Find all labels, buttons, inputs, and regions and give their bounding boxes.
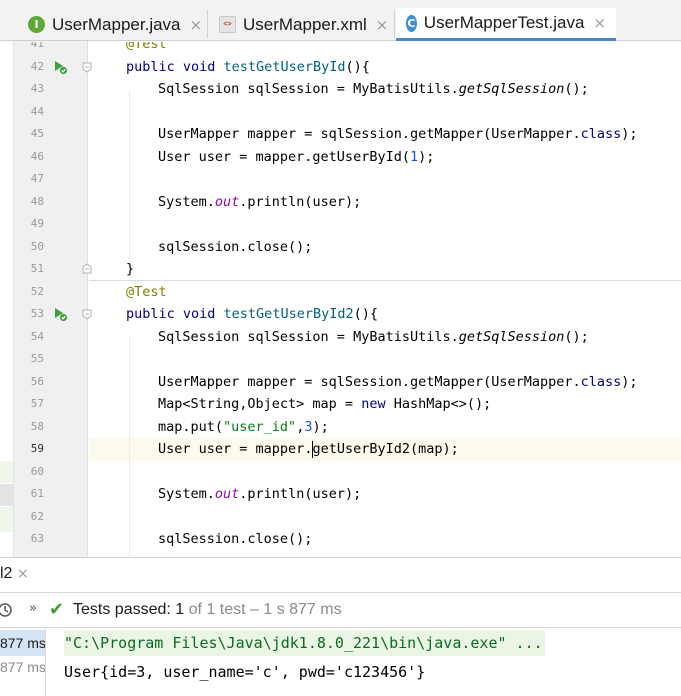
line-number: 52 bbox=[30, 284, 44, 298]
line-number: 59 bbox=[30, 442, 44, 455]
line-number: 61 bbox=[30, 487, 44, 500]
code-line-59[interactable]: User user = mapper.getUserById2(map); bbox=[158, 438, 459, 461]
code-line-50[interactable]: sqlSession.close(); bbox=[158, 236, 312, 259]
text-caret bbox=[311, 440, 313, 458]
tab-label: UserMapperTest.java bbox=[423, 13, 585, 32]
tab-divider bbox=[394, 10, 395, 38]
line-number: 47 bbox=[30, 172, 44, 185]
console-output[interactable]: "C:\Program Files\Java\jdk1.8.0_221\bin\… bbox=[47, 628, 681, 696]
run-test-icon[interactable] bbox=[52, 306, 68, 322]
line-number: 51 bbox=[30, 262, 44, 275]
close-icon[interactable]: × bbox=[376, 16, 389, 34]
tab-usermapper-java[interactable]: I UserMapper.java × bbox=[28, 8, 202, 41]
history-icon[interactable] bbox=[0, 602, 13, 618]
line-number: 45 bbox=[30, 127, 44, 140]
code-line-58[interactable]: map.put("user_id",3); bbox=[158, 416, 329, 439]
line-number: 46 bbox=[30, 149, 44, 163]
test-tree: 877 ms 877 ms bbox=[0, 628, 46, 696]
code-line-45[interactable]: UserMapper mapper = sqlSession.getMapper… bbox=[158, 123, 638, 146]
line-number: 44 bbox=[30, 104, 44, 118]
line-number: 49 bbox=[30, 217, 44, 230]
code-line-57[interactable]: Map<String,Object> map = new HashMap<>()… bbox=[158, 393, 491, 416]
run-toolbar: » ✔ Tests passed: 1 of 1 test – 1 s 877 … bbox=[0, 592, 681, 628]
code-line-51[interactable]: } bbox=[126, 258, 134, 281]
code-line-46[interactable]: User user = mapper.getUserById(1); bbox=[158, 146, 434, 169]
line-number: 60 bbox=[30, 464, 44, 478]
class-icon: C bbox=[406, 14, 417, 32]
line-number: 42 bbox=[30, 59, 44, 73]
xml-file-icon: <> bbox=[219, 16, 236, 33]
code-line-52[interactable]: @Test bbox=[126, 281, 167, 304]
run-test-icon[interactable] bbox=[52, 59, 68, 75]
line-number: 54 bbox=[30, 329, 44, 343]
line-number: 58 bbox=[30, 419, 44, 433]
fold-icon[interactable] bbox=[82, 62, 92, 73]
code-line-42[interactable]: public void testGetUserById(){ bbox=[126, 56, 370, 79]
code-line-56[interactable]: UserMapper mapper = sqlSession.getMapper… bbox=[158, 371, 638, 394]
code-line-61[interactable]: System.out.println(user); bbox=[158, 483, 361, 506]
status-prefix: Tests passed: bbox=[73, 601, 176, 618]
close-icon[interactable]: × bbox=[17, 566, 29, 582]
code-line-54[interactable]: SqlSession sqlSession = MyBatisUtils.get… bbox=[158, 326, 589, 349]
line-number: 48 bbox=[30, 194, 44, 208]
console-output-line[interactable]: User{id=3, user_name='c', pwd='c123456'} bbox=[64, 659, 425, 685]
close-icon[interactable]: × bbox=[593, 14, 606, 32]
editor-tab-bar: I UserMapper.java × <> UserMapper.xml × … bbox=[0, 0, 681, 41]
structure-highlight bbox=[0, 507, 13, 532]
tab-usermappertest-java[interactable]: C UserMapperTest.java × bbox=[396, 8, 616, 41]
test-tree-row[interactable]: 877 ms bbox=[0, 630, 45, 656]
structure-strip bbox=[0, 41, 14, 557]
line-number: 43 bbox=[30, 82, 44, 95]
line-number: 63 bbox=[30, 532, 44, 545]
structure-highlight bbox=[0, 484, 13, 506]
passed-count: 1 bbox=[175, 601, 185, 618]
more-chevron-icon[interactable]: » bbox=[29, 601, 37, 616]
code-line-48[interactable]: System.out.println(user); bbox=[158, 191, 361, 214]
indent-guide bbox=[129, 90, 130, 260]
structure-highlight bbox=[0, 461, 13, 483]
line-number: 53 bbox=[30, 307, 44, 320]
line-number: 56 bbox=[30, 374, 44, 388]
line-number: 55 bbox=[30, 352, 44, 365]
code-line-53[interactable]: public void testGetUserById2(){ bbox=[126, 303, 378, 326]
line-number: 50 bbox=[30, 239, 44, 253]
tab-label: UserMapper.java bbox=[52, 14, 181, 34]
fold-icon[interactable] bbox=[82, 263, 92, 274]
line-number: 62 bbox=[30, 509, 44, 523]
line-number: 57 bbox=[30, 397, 44, 410]
tab-divider bbox=[207, 10, 208, 38]
close-icon[interactable]: × bbox=[190, 16, 203, 34]
check-icon: ✔ bbox=[49, 599, 65, 620]
test-status: Tests passed: 1 of 1 test – 1 s 877 ms bbox=[73, 601, 342, 619]
interface-icon: I bbox=[28, 16, 45, 33]
fold-icon[interactable] bbox=[82, 309, 92, 320]
code-line-63[interactable]: sqlSession.close(); bbox=[158, 528, 312, 551]
tab-usermapper-xml[interactable]: <> UserMapper.xml × bbox=[219, 8, 388, 41]
status-suffix: of 1 test – 1 s 877 ms bbox=[184, 601, 342, 618]
run-tool-window-tabs: l2 × bbox=[0, 557, 681, 592]
test-tree-row[interactable]: 877 ms bbox=[0, 654, 45, 680]
code-area[interactable] bbox=[89, 41, 681, 557]
console-command-line[interactable]: "C:\Program Files\Java\jdk1.8.0_221\bin\… bbox=[64, 630, 545, 656]
indent-guide bbox=[129, 337, 130, 556]
code-line-43[interactable]: SqlSession sqlSession = MyBatisUtils.get… bbox=[158, 78, 589, 101]
run-tab-label[interactable]: l2 bbox=[0, 565, 12, 583]
method-separator bbox=[89, 280, 681, 281]
tab-label: UserMapper.xml bbox=[243, 14, 367, 34]
